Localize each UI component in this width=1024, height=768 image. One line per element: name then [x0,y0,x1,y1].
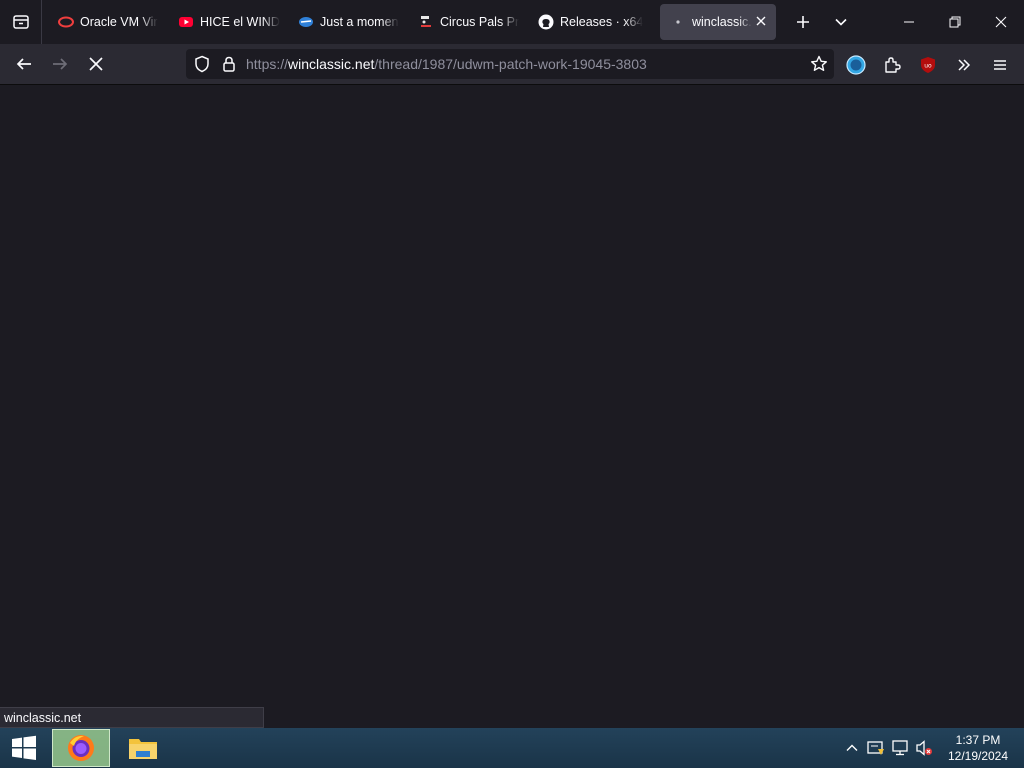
cloudflare-icon [298,14,314,30]
url-scheme: https:// [246,56,289,72]
lock-icon[interactable] [222,56,236,72]
close-tab-icon[interactable] [754,14,768,28]
back-arrow-icon [16,58,31,70]
back-button[interactable] [6,48,42,80]
tab-strip: Oracle VM Vir HICE el WIND Just a momen … [42,0,776,44]
tab-title: HICE el WIND [200,15,280,29]
taskbar-firefox[interactable] [52,729,110,767]
taskbar: 1:37 PM 12/19/2024 [0,728,1024,768]
tab-bar: Oracle VM Vir HICE el WIND Just a momen … [0,0,1024,44]
tray-network-button[interactable] [888,728,912,768]
tab-title: Oracle VM Vir [80,15,158,29]
start-button[interactable] [0,728,48,768]
github-icon [538,14,554,30]
oracle-icon [58,14,74,30]
extensions-button[interactable] [874,49,910,81]
chevron-down-icon [835,18,847,26]
account-button[interactable] [838,49,874,81]
minimize-button[interactable] [886,0,932,44]
page-content [0,85,1024,728]
close-window-button[interactable] [978,0,1024,44]
puzzle-piece-icon [885,56,901,73]
application-menu-button[interactable] [982,49,1018,81]
clock-time: 1:37 PM [955,733,1001,747]
tray-volume-button[interactable] [912,728,936,768]
tab-title: Just a momen [320,15,399,29]
ublock-origin-icon: uo [921,56,935,73]
svg-text:uo: uo [924,62,932,69]
firefox-view-icon [12,15,29,29]
close-icon [995,16,1007,28]
folder-icon [129,739,157,759]
navigation-toolbar: https://winclassic.net/thread/1987/udwm-… [0,44,1024,85]
restore-icon [949,16,961,28]
loading-dot-icon [670,14,686,30]
list-all-tabs-button[interactable] [822,4,860,40]
firefox-account-icon [846,54,866,75]
forward-arrow-icon [53,58,68,70]
tab-winclassic[interactable]: winclassic.n [660,4,776,40]
volume-muted-icon [916,740,932,756]
tab-cloudflare[interactable]: Just a momen [288,4,408,40]
minimize-icon [904,21,914,23]
tab-title: Circus Pals Pr [440,15,520,29]
tab-title: winclassic.n [692,15,752,29]
overflow-menu-button[interactable] [946,49,982,81]
system-tray: 1:37 PM 12/19/2024 [840,728,1024,768]
taskbar-file-explorer[interactable] [114,729,172,767]
network-icon [892,740,908,756]
tray-security-button[interactable] [864,728,888,768]
new-tab-button[interactable] [784,4,822,40]
windows-logo-icon [12,735,36,760]
chevron-up-icon [846,744,858,751]
clock-date: 12/19/2024 [947,749,1009,763]
show-hidden-icons-button[interactable] [840,728,864,768]
firefox-view-button[interactable] [0,0,42,44]
url-path: /thread/1987/udwm-patch-work-19045-3803 [374,56,647,72]
firefox-icon [68,735,94,761]
tab-github[interactable]: Releases · x64 [528,4,648,40]
status-panel: winclassic.net [0,707,264,728]
ublock-origin-button[interactable]: uo [910,49,946,81]
tab-circus[interactable]: Circus Pals Pr [408,4,528,40]
youtube-icon [178,14,194,30]
hamburger-menu-icon [994,59,1006,70]
restore-button[interactable] [932,0,978,44]
forward-button[interactable] [42,48,78,80]
url-host: winclassic.net [288,56,375,72]
stop-button[interactable] [78,48,114,80]
url-text[interactable]: https://winclassic.net/thread/1987/udwm-… [246,56,647,72]
stop-x-icon [89,57,103,71]
plus-icon [797,16,809,28]
bookmark-star-icon[interactable] [810,55,828,73]
tab-oracle[interactable]: Oracle VM Vir [48,4,168,40]
security-warning-icon [867,741,884,755]
taskbar-clock[interactable]: 1:37 PM 12/19/2024 [942,732,1014,764]
double-chevron-right-icon [958,58,971,71]
address-bar[interactable]: https://winclassic.net/thread/1987/udwm-… [186,49,834,79]
circus-icon [418,14,434,30]
tab-title: Releases · x64 [560,15,644,29]
tab-youtube[interactable]: HICE el WIND [168,4,288,40]
tracking-protection-shield-icon[interactable] [194,55,210,73]
